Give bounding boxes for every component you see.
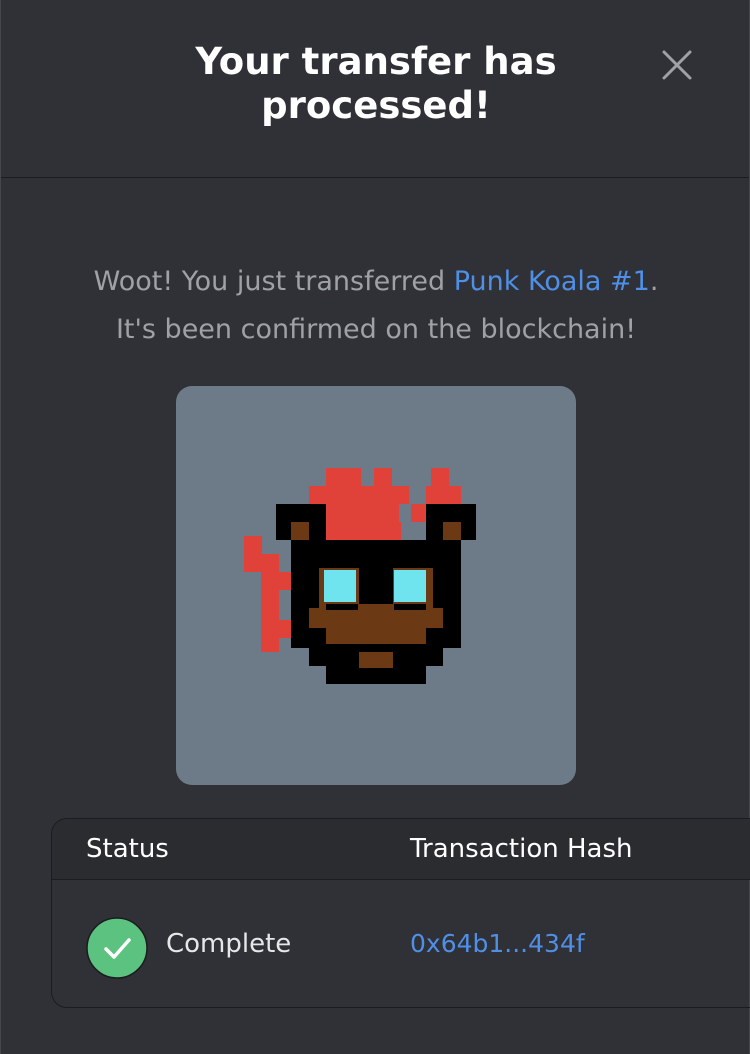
table-row: Complete 0x64b1...434f — [52, 880, 750, 1007]
confirmation-message: Woot! You just transferred Punk Koala #1… — [21, 258, 731, 354]
transaction-table: Status Transaction Hash Complete 0x64b1.… — [51, 818, 750, 1008]
message-suffix: . — [649, 266, 659, 297]
check-circle-icon — [86, 917, 148, 979]
modal-header: Your transfer has processed! — [1, 0, 749, 178]
status-column-header: Status — [86, 834, 169, 864]
pixel-koala-avatar — [244, 468, 476, 684]
close-button[interactable] — [657, 45, 697, 85]
nft-image-card — [176, 386, 576, 785]
nft-name-link[interactable]: Punk Koala #1 — [454, 266, 650, 297]
modal-title: Your transfer has processed! — [195, 40, 557, 127]
transaction-hash-link[interactable]: 0x64b1...434f — [410, 928, 585, 960]
status-value: Complete — [166, 929, 292, 959]
message-prefix: Woot! You just transferred — [93, 266, 454, 297]
close-icon — [662, 50, 692, 80]
transfer-modal: Your transfer has processed! Woot! You j… — [0, 0, 750, 1054]
hash-column-header: Transaction Hash — [410, 834, 633, 864]
message-line2: It's been confirmed on the blockchain! — [115, 314, 637, 345]
table-header: Status Transaction Hash — [52, 819, 750, 880]
